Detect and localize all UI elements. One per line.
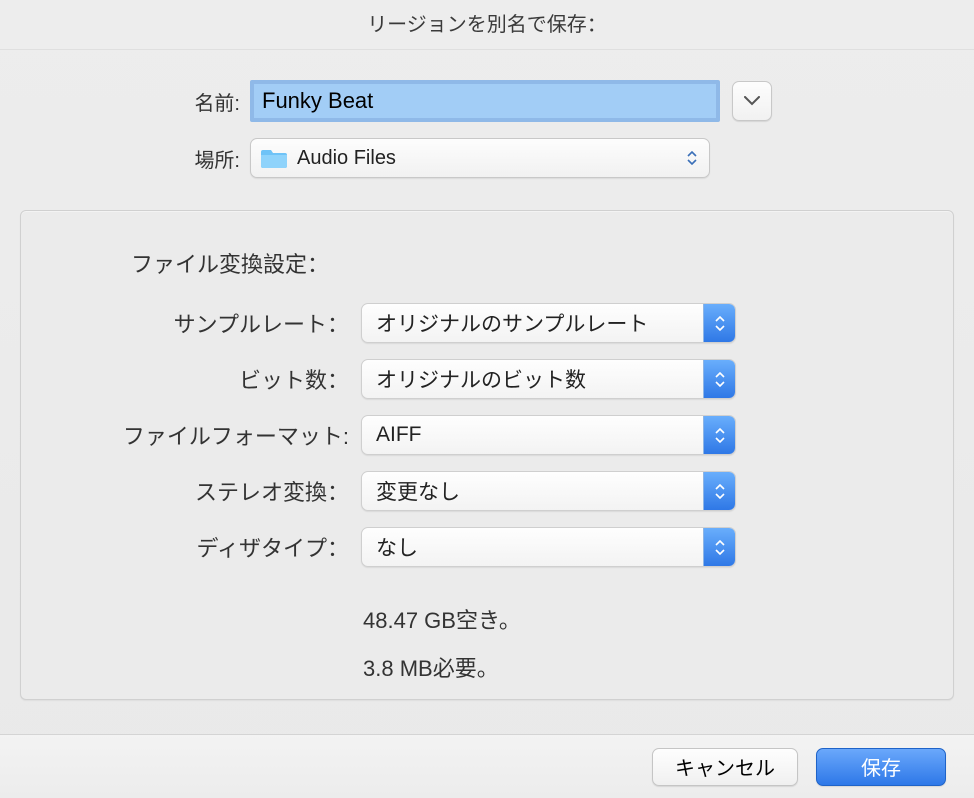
top-section: 名前: 場所: Audio Files — [0, 50, 974, 204]
location-label: 場所: — [40, 144, 250, 173]
updown-icon — [703, 528, 735, 566]
bit-depth-select[interactable]: オリジナルのビット数 — [361, 359, 736, 399]
status-block: 48.47 GB空き。 3.8 MB必要。 — [363, 603, 923, 683]
name-input[interactable] — [254, 84, 716, 118]
updown-icon — [681, 144, 703, 172]
dialog-footer: キャンセル 保存 — [0, 734, 974, 798]
location-value: Audio Files — [297, 147, 681, 170]
file-format-label: ファイルフォーマット: — [51, 419, 361, 451]
stereo-label: ステレオ変換： — [51, 475, 361, 507]
dither-value: なし — [376, 532, 703, 562]
needed-space-text: 3.8 MB必要。 — [363, 651, 923, 683]
updown-icon — [703, 472, 735, 510]
sample-rate-label: サンプルレート： — [51, 307, 361, 339]
folder-icon — [261, 147, 287, 169]
free-space-text: 48.47 GB空き。 — [363, 603, 923, 635]
name-label: 名前: — [40, 87, 250, 116]
dialog-title: リージョンを別名で保存： — [0, 0, 974, 50]
updown-icon — [703, 360, 735, 398]
file-format-select[interactable]: AIFF — [361, 415, 736, 455]
updown-icon — [703, 416, 735, 454]
save-button[interactable]: 保存 — [816, 748, 946, 786]
cancel-button[interactable]: キャンセル — [652, 748, 798, 786]
stereo-select[interactable]: 変更なし — [361, 471, 736, 511]
settings-heading: ファイル変換設定： — [131, 247, 923, 279]
dither-select[interactable]: なし — [361, 527, 736, 567]
name-input-container — [250, 80, 720, 122]
location-select[interactable]: Audio Files — [250, 138, 710, 178]
bit-depth-label: ビット数： — [51, 363, 361, 395]
sample-rate-select[interactable]: オリジナルのサンプルレート — [361, 303, 736, 343]
updown-icon — [703, 304, 735, 342]
expand-button[interactable] — [732, 81, 772, 121]
dither-label: ディザタイプ： — [51, 531, 361, 563]
settings-panel: ファイル変換設定： サンプルレート： オリジナルのサンプルレート ビット数： オ… — [20, 210, 954, 700]
bit-depth-value: オリジナルのビット数 — [376, 364, 703, 394]
file-format-value: AIFF — [376, 423, 703, 447]
stereo-value: 変更なし — [376, 476, 703, 506]
sample-rate-value: オリジナルのサンプルレート — [376, 308, 703, 338]
chevron-down-icon — [744, 96, 760, 106]
save-dialog: リージョンを別名で保存： 名前: 場所: Audio Files — [0, 0, 974, 798]
